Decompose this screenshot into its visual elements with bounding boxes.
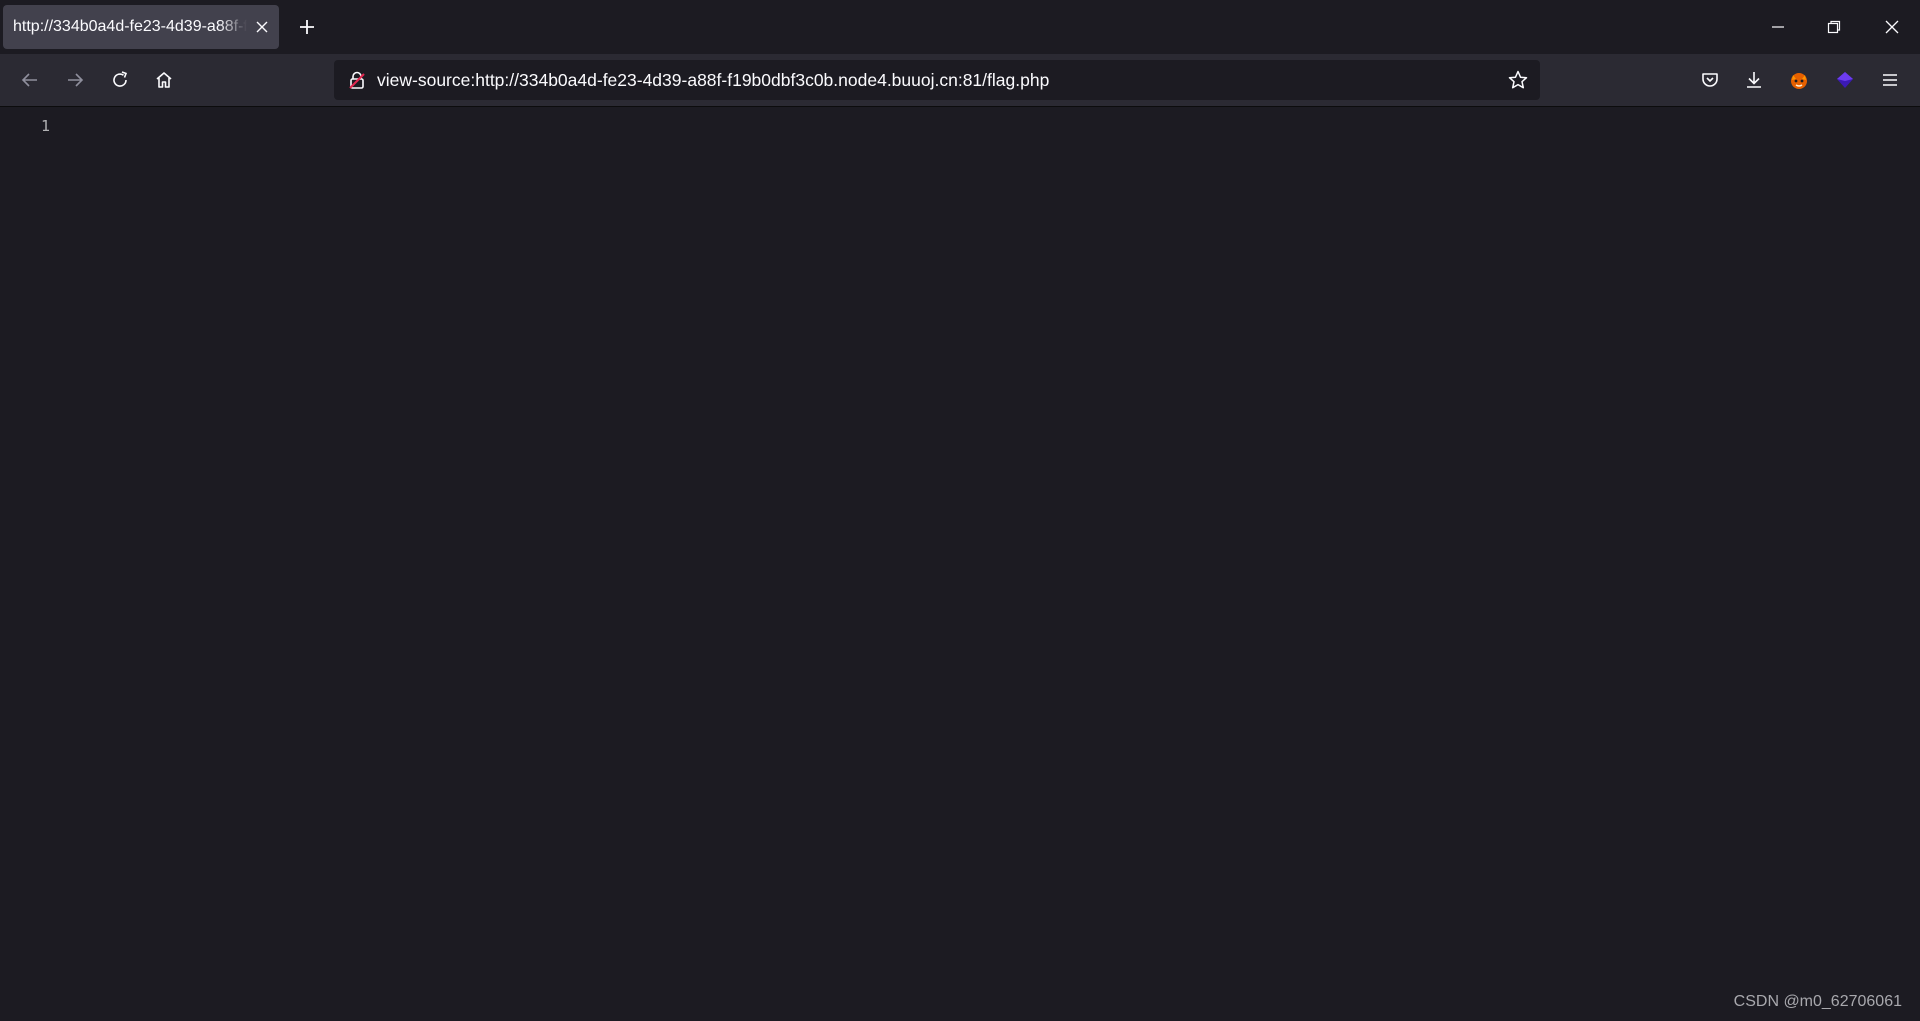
- download-icon[interactable]: [1736, 62, 1772, 98]
- home-icon[interactable]: [146, 62, 182, 98]
- purple-extension-icon[interactable]: [1827, 62, 1863, 98]
- restore-icon[interactable]: [1806, 0, 1862, 54]
- bookmark-star-icon[interactable]: [1498, 60, 1538, 100]
- url-text[interactable]: view-source:http://334b0a4d-fe23-4d39-a8…: [377, 70, 1498, 91]
- menu-icon[interactable]: [1872, 62, 1908, 98]
- url-bar[interactable]: view-source:http://334b0a4d-fe23-4d39-a8…: [334, 60, 1540, 100]
- pocket-icon[interactable]: [1692, 62, 1728, 98]
- minimize-icon[interactable]: [1750, 0, 1806, 54]
- fox-extension-icon[interactable]: [1781, 62, 1817, 98]
- tab-title: http://334b0a4d-fe23-4d39-a88f-f19b0dbf3…: [13, 18, 247, 35]
- line-number: 1: [40, 117, 50, 135]
- forward-arrow-icon[interactable]: [57, 62, 93, 98]
- reload-icon[interactable]: [102, 62, 138, 98]
- tab-strip: http://334b0a4d-fe23-4d39-a88f-f19b0dbf3…: [0, 0, 1920, 54]
- active-tab[interactable]: http://334b0a4d-fe23-4d39-a88f-f19b0dbf3…: [3, 5, 279, 49]
- view-source-content: 1 CSDN @m0_62706061: [0, 107, 1920, 1021]
- tab-close-icon[interactable]: [251, 16, 273, 38]
- close-icon[interactable]: [1864, 0, 1920, 54]
- back-arrow-icon[interactable]: [12, 62, 48, 98]
- insecure-lock-icon[interactable]: [337, 60, 377, 100]
- watermark: CSDN @m0_62706061: [1733, 993, 1902, 1010]
- new-tab-plus-icon[interactable]: [292, 12, 322, 42]
- navigation-toolbar: view-source:http://334b0a4d-fe23-4d39-a8…: [0, 54, 1920, 107]
